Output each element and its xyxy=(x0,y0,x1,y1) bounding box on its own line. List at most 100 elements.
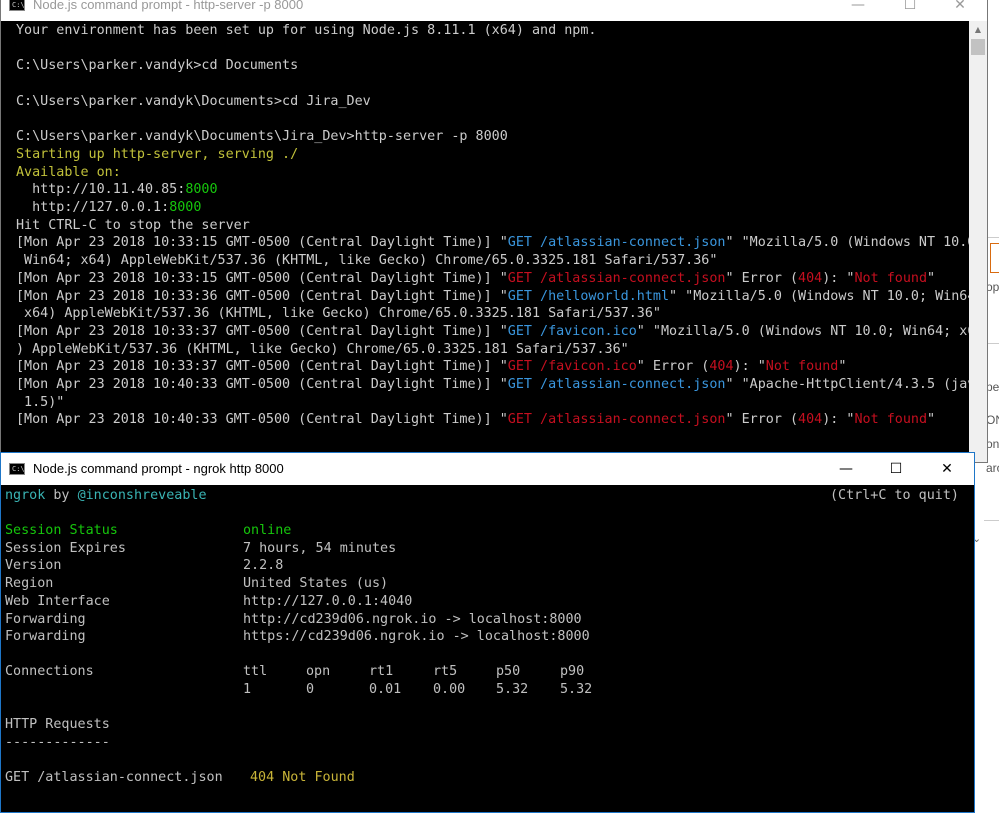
console-text: Hit CTRL-C to stop the server xyxy=(16,218,250,233)
console-app-icon: C:\ xyxy=(9,0,25,11)
console-text: [Mon Apr 23 2018 10:33:37 GMT-0500 (Cent… xyxy=(16,359,508,374)
console-text: ): " xyxy=(733,359,766,374)
console-line: C:\Users\parker.vandyk\Documents\Jira_De… xyxy=(16,128,508,146)
console-line: Starting up http-server, serving ./ xyxy=(16,146,298,164)
console-text: 8000 xyxy=(185,182,218,197)
console-line: [Mon Apr 23 2018 10:33:37 GMT-0500 (Cent… xyxy=(16,358,846,376)
console-text: Starting up http-server, serving ./ xyxy=(16,147,299,162)
console-text: http://10.11.40.85: xyxy=(16,182,186,197)
title-bar[interactable]: C:\ Node.js command prompt - http-server… xyxy=(1,0,987,21)
status-value: online xyxy=(243,523,292,538)
console-line: 1.5)" xyxy=(16,394,64,412)
console-text: [Mon Apr 23 2018 10:40:33 GMT-0500 (Cent… xyxy=(16,377,508,392)
console-text: GET /atlassian-connect.json xyxy=(507,271,726,286)
console-text: 404 xyxy=(798,412,823,427)
console-line: Hit CTRL-C to stop the server xyxy=(16,217,250,235)
close-button[interactable]: ✕ xyxy=(924,453,970,485)
vertical-scrollbar[interactable]: ▲ xyxy=(969,21,987,462)
server-console-window[interactable]: C:\ Node.js command prompt - http-server… xyxy=(0,0,988,463)
console-line: Win64; x64) AppleWebKit/537.36 (KHTML, l… xyxy=(16,252,717,270)
connections-header-cell: rt1 xyxy=(369,664,394,679)
console-text: [Mon Apr 23 2018 10:33:15 GMT-0500 (Cent… xyxy=(16,271,508,286)
console-output[interactable]: Your environment has been set up for usi… xyxy=(1,21,969,462)
console-text: ): " xyxy=(822,412,855,427)
console-text: " Error ( xyxy=(636,359,710,374)
console-line: C:\Users\parker.vandyk>cd Documents xyxy=(16,57,298,75)
console-line: [Mon Apr 23 2018 10:40:33 GMT-0500 (Cent… xyxy=(16,376,969,394)
console-text: " "Mozilla/5.0 (Windows NT 10.0; Win64; … xyxy=(636,324,969,339)
status-key: Forwarding xyxy=(5,629,86,644)
console-text: GET /atlassian-connect.json xyxy=(507,235,726,250)
status-key: Session Expires xyxy=(5,541,126,556)
console-line: [Mon Apr 23 2018 10:33:36 GMT-0500 (Cent… xyxy=(16,288,969,306)
request-status: 404 Not Found xyxy=(250,770,355,785)
console-text: [Mon Apr 23 2018 10:33:36 GMT-0500 (Cent… xyxy=(16,289,508,304)
console-text: Your environment has been set up for usi… xyxy=(16,23,597,38)
maximize-button[interactable]: ☐ xyxy=(887,0,933,21)
scroll-up-icon[interactable]: ▲ xyxy=(969,21,987,38)
console-output[interactable]: ngrok by @inconshreveable (Ctrl+C to qui… xyxy=(1,485,974,812)
connections-header-cell: rt5 xyxy=(433,664,458,679)
console-text: " Error ( xyxy=(725,412,799,427)
http-requests-label: HTTP Requests xyxy=(5,717,110,732)
console-text: 404 xyxy=(798,271,823,286)
status-key: Web Interface xyxy=(5,594,110,609)
console-text: [Mon Apr 23 2018 10:40:33 GMT-0500 (Cent… xyxy=(16,412,508,427)
status-key: Region xyxy=(5,576,54,591)
console-text: Win64; x64) AppleWebKit/537.36 (KHTML, l… xyxy=(16,253,718,268)
console-text: ) AppleWebKit/537.36 (KHTML, like Gecko)… xyxy=(16,342,629,357)
console-text: " Error ( xyxy=(725,271,799,286)
connections-value-cell: 0 xyxy=(306,682,315,697)
console-text: Not found xyxy=(765,359,839,374)
console-text: [Mon Apr 23 2018 10:33:37 GMT-0500 (Cent… xyxy=(16,324,508,339)
connections-label: Connections xyxy=(5,664,94,679)
minimize-button[interactable]: — xyxy=(823,453,869,485)
ngrok-console-window[interactable]: C:\ Node.js command prompt - ngrok http … xyxy=(0,452,975,813)
status-value: http://127.0.0.1:4040 xyxy=(243,594,413,609)
scroll-thumb[interactable] xyxy=(971,39,985,55)
console-text: " xyxy=(838,359,847,374)
console-text: x64) AppleWebKit/537.36 (KHTML, like Gec… xyxy=(16,306,661,321)
console-line: [Mon Apr 23 2018 10:33:15 GMT-0500 (Cent… xyxy=(16,234,969,252)
title-bar[interactable]: C:\ Node.js command prompt - ngrok http … xyxy=(1,453,974,485)
console-line: [Mon Apr 23 2018 10:33:37 GMT-0500 (Cent… xyxy=(16,323,969,341)
console-text: " xyxy=(927,271,936,286)
console-text: 404 xyxy=(709,359,734,374)
console-text: C:\Users\parker.vandyk\Documents\Jira_De… xyxy=(16,129,508,144)
console-line: x64) AppleWebKit/537.36 (KHTML, like Gec… xyxy=(16,305,661,323)
status-value: 2.2.8 xyxy=(243,558,284,573)
console-line: http://10.11.40.85:8000 xyxy=(16,181,218,199)
console-text: GET /atlassian-connect.json xyxy=(507,412,726,427)
partial-button[interactable] xyxy=(990,243,999,273)
divider xyxy=(984,520,999,521)
status-value: http://cd239d06.ngrok.io -> localhost:80… xyxy=(243,612,582,627)
maximize-button[interactable]: ☐ xyxy=(873,453,919,485)
close-button[interactable]: ✕ xyxy=(937,0,983,21)
console-text: Not found xyxy=(854,412,928,427)
status-value: United States (us) xyxy=(243,576,389,591)
minimize-button[interactable]: — xyxy=(835,0,881,21)
console-text: GET /favicon.ico xyxy=(507,324,637,339)
connections-value-cell: 5.32 xyxy=(496,682,529,697)
window-title: Node.js command prompt - http-server -p … xyxy=(33,0,304,12)
quit-hint: (Ctrl+C to quit) xyxy=(830,488,959,503)
console-line: Available on: xyxy=(16,164,121,182)
connections-header-cell: p50 xyxy=(496,664,521,679)
console-text: " xyxy=(927,412,936,427)
status-key: Forwarding xyxy=(5,612,86,627)
status-value: 7 hours, 54 minutes xyxy=(243,541,397,556)
console-text: C:\Users\parker.vandyk\Documents>cd Jira… xyxy=(16,94,371,109)
connections-header-cell: opn xyxy=(306,664,331,679)
connections-value-cell: 5.32 xyxy=(560,682,593,697)
console-text: C:\Users\parker.vandyk>cd Documents xyxy=(16,58,299,73)
connections-value-cell: 0.00 xyxy=(433,682,466,697)
console-text: http://127.0.0.1: xyxy=(16,200,170,215)
console-line: ) AppleWebKit/537.36 (KHTML, like Gecko)… xyxy=(16,341,629,359)
console-line: Your environment has been set up for usi… xyxy=(16,22,596,40)
http-requests-rule: ------------- xyxy=(5,735,110,750)
console-line: [Mon Apr 23 2018 10:33:15 GMT-0500 (Cent… xyxy=(16,270,935,288)
connections-value-cell: 0.01 xyxy=(369,682,402,697)
console-line: C:\Users\parker.vandyk\Documents>cd Jira… xyxy=(16,93,371,111)
request-path: GET /atlassian-connect.json xyxy=(5,770,223,785)
status-value: https://cd239d06.ngrok.io -> localhost:8… xyxy=(243,629,590,644)
